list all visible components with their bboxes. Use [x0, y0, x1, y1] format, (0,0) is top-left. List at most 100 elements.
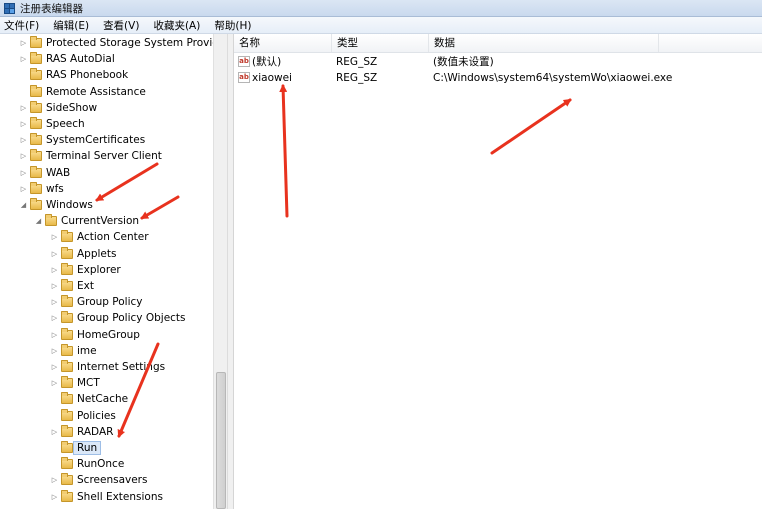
- registry-key-tree[interactable]: ▷ Shell Extensions ▷ Screensavers RunOnce Run…: [0, 34, 228, 509]
- expander-icon[interactable]: ▷: [50, 229, 59, 245]
- folder-icon: [61, 327, 73, 340]
- column-type-header[interactable]: 类型: [332, 34, 429, 52]
- expander-icon[interactable]: ▷: [19, 35, 28, 51]
- tree-item[interactable]: ▷ Explorer: [50, 262, 121, 278]
- expander-icon[interactable]: ▷: [50, 310, 59, 326]
- tree-item[interactable]: ▷ MCT: [50, 375, 100, 391]
- tree-item-label: SideShow: [46, 101, 98, 114]
- expander-icon: [50, 456, 59, 472]
- column-data-header[interactable]: 数据: [429, 34, 659, 52]
- folder-icon: [30, 36, 42, 48]
- tree-item-label: Remote Assistance: [46, 85, 146, 98]
- folder-icon: [30, 100, 42, 113]
- value-type: REG_SZ: [336, 72, 378, 84]
- expander-icon: [50, 408, 59, 424]
- tree-scrollbar[interactable]: [213, 34, 227, 509]
- tree-item[interactable]: ▷ WAB: [19, 165, 70, 181]
- expander-icon[interactable]: ▷: [19, 165, 28, 181]
- folder-icon: [30, 84, 42, 97]
- value-row[interactable]: ab (默认) REG_SZ (数值未设置): [234, 54, 762, 70]
- value-name: (默认): [252, 56, 282, 68]
- folder-icon: [61, 376, 73, 389]
- expander-icon[interactable]: ▷: [50, 359, 59, 375]
- tree-item[interactable]: ▷ HomeGroup: [50, 327, 140, 343]
- tree-item[interactable]: ▷ SideShow: [19, 100, 97, 116]
- tree-item[interactable]: ▷ Internet Settings: [50, 359, 165, 375]
- tree-item[interactable]: Run: [50, 440, 102, 456]
- tree-item[interactable]: ▷ RAS AutoDial: [19, 51, 115, 67]
- expander-icon[interactable]: ▷: [19, 100, 28, 116]
- folder-icon: [30, 181, 42, 194]
- tree-item[interactable]: ▷ Speech: [19, 116, 85, 132]
- expander-icon[interactable]: ▷: [19, 51, 28, 67]
- menu-view[interactable]: 查看(V): [103, 18, 139, 33]
- tree-item[interactable]: ▷ wfs: [19, 181, 64, 197]
- tree-item[interactable]: RunOnce: [50, 456, 124, 472]
- value-row[interactable]: ab xiaowei REG_SZ C:\Windows\system64\syste…: [234, 70, 762, 86]
- tree-item[interactable]: ▷ RADAR: [50, 424, 113, 440]
- expander-icon[interactable]: ▷: [19, 181, 28, 197]
- expander-icon[interactable]: ▷: [50, 327, 59, 343]
- expander-icon[interactable]: ▷: [19, 148, 28, 164]
- tree-item[interactable]: ▷ Action Center: [50, 229, 149, 245]
- column-name-header[interactable]: 名称: [234, 34, 332, 52]
- expander-icon: [50, 391, 59, 407]
- tree-item[interactable]: ◢ Windows: [19, 197, 93, 213]
- expander-icon[interactable]: ▷: [50, 294, 59, 310]
- expander-icon[interactable]: ▷: [50, 424, 59, 440]
- folder-icon: [61, 262, 73, 275]
- menu-edit[interactable]: 编辑(E): [53, 18, 89, 33]
- folder-icon: [61, 473, 73, 486]
- tree-item[interactable]: NetCache: [50, 391, 128, 407]
- expander-icon[interactable]: ▷: [50, 246, 59, 262]
- tree-item-label: WAB: [46, 166, 71, 179]
- expander-icon[interactable]: ◢: [34, 213, 43, 229]
- folder-icon: [30, 149, 42, 162]
- folder-icon: [61, 424, 73, 437]
- menu-help[interactable]: 帮助(H): [214, 18, 251, 33]
- tree-item[interactable]: ▷ ime: [50, 343, 97, 359]
- folder-icon: [61, 246, 73, 259]
- tree-item-label: Ext: [77, 280, 94, 292]
- expander-icon[interactable]: ▷: [50, 375, 59, 391]
- expander-icon[interactable]: ▷: [19, 116, 28, 132]
- tree-item[interactable]: ▷ SystemCertificates: [19, 132, 145, 148]
- tree-item[interactable]: Policies: [50, 408, 116, 424]
- tree-item-label: Run: [73, 441, 102, 455]
- tree-item-label: Protected Storage System Provider: [46, 37, 228, 49]
- window-title: 注册表编辑器: [20, 2, 83, 15]
- tree-item[interactable]: ▷ Screensavers: [50, 472, 147, 488]
- tree-item[interactable]: ◢ CurrentVersion: [34, 213, 139, 229]
- tree-item-label: Internet Settings: [77, 361, 166, 373]
- tree-item-label: Group Policy: [77, 296, 143, 309]
- folder-icon: [61, 457, 73, 470]
- tree-item[interactable]: ▷ Ext: [50, 278, 94, 294]
- string-value-icon: ab: [238, 56, 250, 67]
- expander-icon[interactable]: ▷: [50, 343, 59, 359]
- expander-icon[interactable]: ▷: [50, 472, 59, 488]
- expander-icon[interactable]: ▷: [19, 132, 28, 148]
- value-data: (数值未设置): [433, 56, 494, 68]
- tree-item[interactable]: ▷ Protected Storage System Provider: [19, 35, 228, 51]
- tree-item[interactable]: ▷ Shell Extensions: [50, 489, 163, 505]
- expander-icon[interactable]: ◢: [19, 197, 28, 213]
- registry-values-list: 名称 类型 数据 ab (默认) REG_SZ (数值未设置) ab xiaowei REG…: [234, 34, 762, 509]
- menu-favorites[interactable]: 收藏夹(A): [153, 18, 200, 33]
- expander-icon: [19, 84, 28, 100]
- menu-file[interactable]: 文件(F): [4, 18, 39, 33]
- expander-icon[interactable]: ▷: [50, 278, 59, 294]
- tree-item[interactable]: ▷ Applets: [50, 246, 116, 262]
- tree-item-label: SystemCertificates: [46, 134, 146, 147]
- tree-item[interactable]: ▷ Group Policy Objects: [50, 310, 186, 326]
- tree-item-label: Terminal Server Client: [46, 150, 162, 163]
- tree-scrollbar-thumb[interactable]: [216, 372, 226, 509]
- tree-item[interactable]: ▷ Terminal Server Client: [19, 148, 162, 164]
- tree-item[interactable]: Remote Assistance: [19, 84, 146, 100]
- title-bar: 注册表编辑器: [0, 0, 762, 17]
- tree-item[interactable]: ▷ Group Policy: [50, 294, 143, 310]
- expander-icon[interactable]: ▷: [50, 489, 59, 505]
- folder-icon: [45, 214, 57, 227]
- tree-item[interactable]: RAS Phonebook: [19, 67, 128, 83]
- tree-item-label: Screensavers: [77, 474, 148, 487]
- expander-icon[interactable]: ▷: [50, 262, 59, 278]
